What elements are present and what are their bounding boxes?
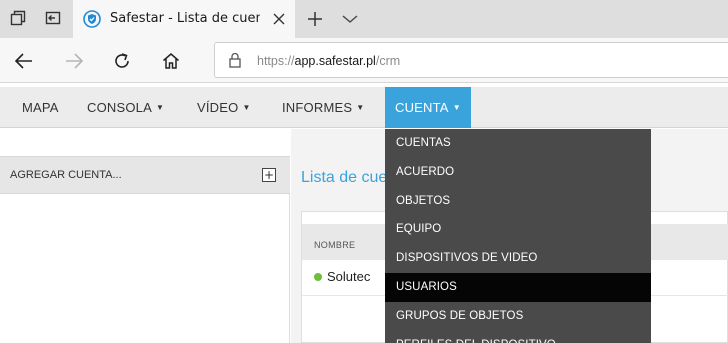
- caret-down-icon: ▼: [242, 103, 251, 112]
- lock-icon[interactable]: [228, 52, 244, 70]
- dropdown-item-cuentas[interactable]: CUENTAS: [385, 129, 651, 158]
- sidebar-title[interactable]: AGREGAR CUENTA...: [10, 167, 122, 183]
- plus-icon[interactable]: [305, 9, 325, 29]
- menu-consola-label: CONSOLA: [87, 100, 152, 115]
- menu-video[interactable]: VÍDEO ▼: [197, 87, 251, 128]
- sidebar-header: AGREGAR CUENTA... +: [0, 156, 290, 194]
- forward-arrow-icon[interactable]: [63, 50, 85, 72]
- browser-tabstrip: Safestar - Lista de cuent: [0, 0, 728, 38]
- menu-cuenta-label: CUENTA: [395, 100, 449, 115]
- caret-down-icon: ▼: [356, 103, 365, 112]
- menu-informes-label: INFORMES: [282, 100, 353, 115]
- url-path: /crm: [375, 54, 401, 68]
- chevron-down-icon[interactable]: [340, 9, 360, 29]
- dropdown-item-usuarios[interactable]: USUARIOS: [385, 273, 651, 302]
- caret-down-icon: ▼: [155, 103, 165, 112]
- refresh-icon[interactable]: [111, 50, 133, 72]
- address-bar[interactable]: https://app.safestar.pl/crm: [214, 42, 728, 78]
- shield-favicon-icon: [83, 10, 101, 28]
- caret-down-icon: ▼: [452, 103, 461, 112]
- url-text: https://app.safestar.pl/crm: [257, 52, 400, 70]
- status-dot-icon: [314, 273, 322, 281]
- dropdown-item-dispositivos-de-video[interactable]: DISPOSITIVOS DE VIDEO: [385, 244, 651, 273]
- menu-mapa[interactable]: MAPA: [22, 87, 59, 128]
- close-icon[interactable]: [270, 10, 288, 28]
- app-main-menu: MAPA CONSOLA ▼ VÍDEO ▼ INFORMES ▼ CUENTA ▼: [0, 87, 728, 128]
- account-name[interactable]: Solutec: [327, 269, 370, 284]
- dropdown-item-acuerdo[interactable]: ACUERDO: [385, 158, 651, 187]
- dropdown-item-perfiles-del-dispositivo[interactable]: PERFILES DEL DISPOSITIVO: [385, 331, 651, 343]
- menu-informes[interactable]: INFORMES ▼: [282, 87, 364, 128]
- dropdown-item-grupos-de-objetos[interactable]: GRUPOS DE OBJETOS: [385, 302, 651, 331]
- browser-tab-active[interactable]: Safestar - Lista de cuent: [73, 0, 295, 38]
- menu-consola[interactable]: CONSOLA ▼: [87, 87, 164, 128]
- url-scheme: https://: [257, 54, 295, 68]
- url-host: app.safestar.pl: [294, 54, 376, 68]
- menu-mapa-label: MAPA: [22, 100, 59, 115]
- dropdown-item-equipo[interactable]: EQUIPO: [385, 215, 651, 244]
- set-aside-tabs-icon[interactable]: [44, 9, 62, 27]
- cuenta-dropdown-menu: CUENTAS ACUERDO OBJETOS EQUIPO DISPOSITI…: [385, 129, 651, 343]
- add-account-button[interactable]: +: [262, 168, 276, 182]
- tab-title: Safestar - Lista de cuent: [110, 11, 260, 26]
- home-icon[interactable]: [160, 50, 182, 72]
- menu-video-label: VÍDEO: [197, 100, 239, 115]
- tab-actions-icon[interactable]: [9, 9, 27, 27]
- dropdown-item-objetos[interactable]: OBJETOS: [385, 187, 651, 216]
- back-arrow-icon[interactable]: [13, 50, 35, 72]
- menu-cuenta[interactable]: CUENTA ▼: [385, 87, 471, 128]
- sidebar: AGREGAR CUENTA... +: [0, 156, 290, 343]
- browser-toolbar: https://app.safestar.pl/crm: [0, 38, 728, 83]
- column-header-nombre[interactable]: NOMBRE: [314, 240, 355, 250]
